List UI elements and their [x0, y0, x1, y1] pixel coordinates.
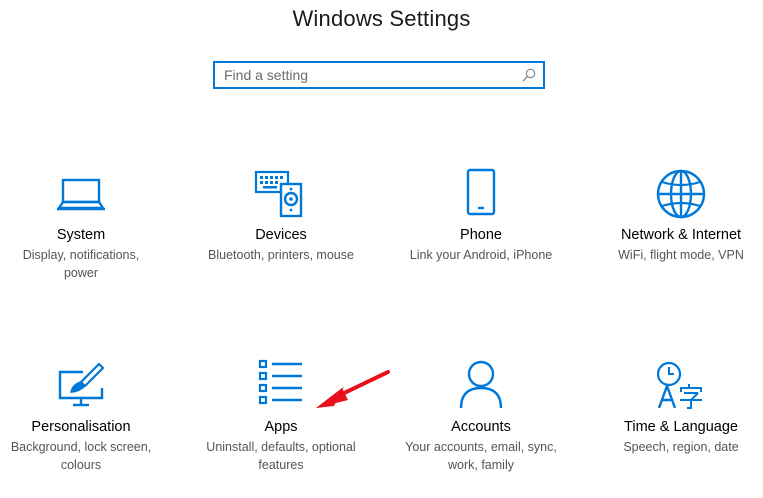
- annotation-arrow-icon: [316, 370, 390, 408]
- tile-description: Background, lock screen, colours: [10, 440, 152, 472]
- tile-name: System: [56, 227, 106, 243]
- tile-system[interactable]: System Display, notifications, power: [0, 160, 166, 290]
- tile-name: Accounts: [451, 419, 511, 435]
- tile-description: Link your Android, iPhone: [409, 248, 553, 262]
- tile-accounts[interactable]: Accounts Your accounts, email, sync, wor…: [396, 352, 566, 482]
- tile-description: Speech, region, date: [623, 440, 739, 454]
- tile-network[interactable]: Network & Internet WiFi, flight mode, VP…: [596, 160, 763, 290]
- tile-time-language[interactable]: Time & Language Speech, region, date: [596, 352, 763, 482]
- tile-name: Phone: [460, 227, 502, 243]
- tile-personalisation[interactable]: Personalisation Background, lock screen,…: [0, 352, 166, 482]
- search-input[interactable]: [224, 66, 514, 84]
- tile-name: Devices: [255, 227, 307, 243]
- page-title: Windows Settings: [292, 6, 471, 31]
- tile-description: Display, notifications, power: [22, 248, 140, 280]
- tile-description: Uninstall, defaults, optional features: [206, 440, 356, 472]
- devices-icon: [254, 170, 303, 218]
- laptop-icon: [57, 178, 105, 211]
- globe-icon: [656, 169, 706, 219]
- phone-icon: [466, 168, 496, 216]
- paint-monitor-icon: [58, 362, 105, 407]
- settings-window: Windows Settings System Display, notific…: [0, 0, 763, 498]
- tile-name: Time & Language: [624, 419, 738, 435]
- tile-name: Network & Internet: [620, 227, 742, 243]
- tile-description: WiFi, flight mode, VPN: [618, 248, 744, 262]
- tile-name: Apps: [264, 419, 298, 435]
- tile-phone[interactable]: Phone Link your Android, iPhone: [396, 160, 566, 290]
- tile-description: Bluetooth, printers, mouse: [208, 248, 354, 262]
- search-box[interactable]: [213, 61, 545, 89]
- search-icon[interactable]: [522, 68, 536, 82]
- tile-description: Your accounts, email, sync, work, family: [405, 440, 557, 472]
- tile-name: Personalisation: [31, 419, 131, 435]
- person-icon: [459, 360, 503, 409]
- tile-devices[interactable]: Devices Bluetooth, printers, mouse: [196, 160, 366, 290]
- time-language-icon: [656, 361, 702, 409]
- apps-list-icon: [258, 359, 302, 405]
